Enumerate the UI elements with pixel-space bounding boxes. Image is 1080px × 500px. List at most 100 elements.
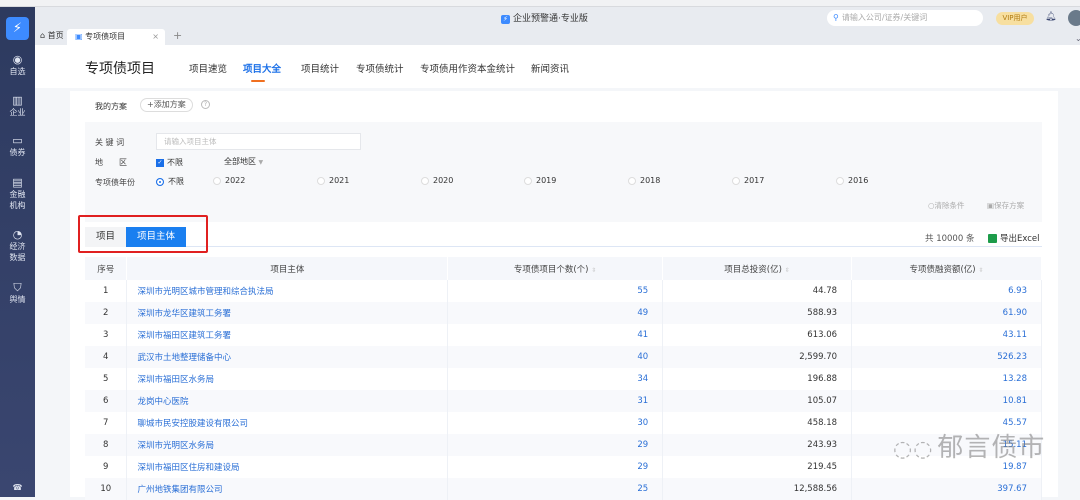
year-radio-2020[interactable]: 2020 [421,176,453,185]
entity-link[interactable]: 深圳市光明区城市管理和综合执法局 [126,280,449,302]
table-row: 3 深圳市福田区建筑工务署 41 613.06 43.11 [85,324,1042,346]
bulb-icon: ◉ [12,53,23,66]
tab-home[interactable]: ⌂ 首页 [40,30,64,41]
nav-project-all[interactable]: 项目大全 [243,61,281,82]
year-label: 专项债年份 [95,178,135,187]
sidebar-item-company[interactable]: ▥ 企业 [0,95,35,118]
save-plan-button[interactable]: ▣保存方案 [987,200,1024,211]
financing-link[interactable]: 526.23 [851,346,1042,368]
year-radio-2019[interactable]: 2019 [524,176,556,185]
nav-bond-stats[interactable]: 专项债统计 [356,61,404,75]
sort-icon[interactable]: ⇳ [592,267,597,274]
entity-link[interactable]: 龙岗中心医院 [126,390,449,412]
year-radio-2016[interactable]: 2016 [836,176,868,185]
year-radio-2017[interactable]: 2017 [732,176,764,185]
total-count: 共 10000 条 [925,234,975,244]
table-row: 5 深圳市福田区水务局 34 196.88 13.28 [85,368,1042,390]
entity-link[interactable]: 深圳市福田区水务局 [126,368,449,390]
close-icon[interactable]: × [152,29,159,45]
help-icon[interactable]: ? [201,100,210,109]
region-label: 地 区 [95,158,127,167]
nav-capital-stats[interactable]: 专项债用作资本金统计 [420,61,515,75]
sidebar-item-economy[interactable]: ◔ 经济 数据 [0,229,35,263]
financing-link[interactable]: 61.90 [851,302,1042,324]
search-icon: ⚲ [833,13,839,22]
entity-link[interactable]: 深圳市福田区住房和建设局 [126,456,449,478]
financing-link[interactable]: 6.93 [851,280,1042,302]
nav-news[interactable]: 新闻资讯 [531,61,569,75]
app-logo-small-icon: ⚡ [501,15,510,24]
project-count-link[interactable]: 34 [447,368,664,390]
project-count-link[interactable]: 31 [447,390,664,412]
year-radio-2021[interactable]: 2021 [317,176,349,185]
row-index: 1 [85,280,128,302]
region-unlimited-checkbox[interactable]: ✓ 不限 [156,157,183,168]
project-count-link[interactable]: 29 [447,456,664,478]
wechat-icon: ◌◌ [893,437,934,462]
year-radio-2022[interactable]: 2022 [213,176,245,185]
bond-icon: ▭ [12,134,23,147]
total-investment: 2,599.70 [662,346,853,368]
row-index: 7 [85,412,128,434]
tab-special-bond-projects[interactable]: ▣ 专项债项目 × [67,29,165,45]
filter-panel: 关 键 词 请输入项目主体 地 区 ✓ 不限 全部地区 ▼ 专项债年份 不限 20… [85,122,1042,222]
keyword-input[interactable]: 请输入项目主体 [156,133,361,150]
sidebar-item-sentiment[interactable]: ⛉ 舆情 [0,282,35,305]
app-title: ⚡ 企业预警通·专业版 [501,11,588,24]
total-investment: 588.93 [662,302,853,324]
vip-badge[interactable]: VIP用户 [996,12,1034,25]
project-count-link[interactable]: 29 [447,434,664,456]
total-investment: 613.06 [662,324,853,346]
sort-icon[interactable]: ⇳ [979,267,984,274]
new-tab-button[interactable]: + [173,29,182,42]
col-header-total-investment[interactable]: 项目总投资(亿) ⇳ [662,257,853,280]
row-index: 6 [85,390,128,412]
col-header-entity: 项目主体 [126,257,449,280]
add-plan-button[interactable]: +添加方案 [140,98,193,112]
year-radio-unlimited[interactable]: 不限 [156,176,184,187]
chevron-down-icon[interactable]: ⌄ [1075,34,1080,43]
year-radio-2018[interactable]: 2018 [628,176,660,185]
top-bar: ⚡ 企业预警通·专业版 ⚲ 请输入公司/证券/关键词 VIP用户 🔔︎ ⌄ [35,7,1080,45]
excel-icon [988,234,997,243]
sidebar-item-favorites[interactable]: ◉ 自选 [0,54,35,77]
support-icon[interactable]: ☎ [0,482,35,493]
project-count-link[interactable]: 55 [447,280,664,302]
radio-icon [732,176,740,185]
radio-icon [421,176,429,185]
radio-icon [317,176,325,185]
sort-icon[interactable]: ⇳ [785,267,790,274]
region-select[interactable]: 全部地区 ▼ [224,156,263,167]
project-count-link[interactable]: 40 [447,346,664,368]
col-header-project-count[interactable]: 专项债项目个数(个) ⇳ [447,257,664,280]
nav-project-stats[interactable]: 项目统计 [301,61,339,75]
col-header-financing[interactable]: 专项债融资额(亿) ⇳ [851,257,1042,280]
caret-down-icon: ▼ [258,159,264,166]
project-count-link[interactable]: 41 [447,324,664,346]
total-investment: 219.45 [662,456,853,478]
project-count-link[interactable]: 49 [447,302,664,324]
bell-icon[interactable]: 🔔︎ [1045,12,1056,22]
project-count-link[interactable]: 30 [447,412,664,434]
clear-filters-button[interactable]: ○清除条件 [928,200,965,211]
sidebar-item-bonds[interactable]: ▭ 债券 [0,135,35,158]
financing-link[interactable]: 10.81 [851,390,1042,412]
total-investment: 243.93 [662,434,853,456]
app-logo-icon[interactable]: ⚡ [6,17,29,40]
table-row: 2 深圳市龙华区建筑工务署 49 588.93 61.90 [85,302,1042,324]
entity-link[interactable]: 深圳市龙华区建筑工务署 [126,302,449,324]
avatar[interactable] [1068,10,1080,26]
entity-link[interactable]: 深圳市福田区建筑工务署 [126,324,449,346]
entity-link[interactable]: 聊城市民安控股建设有限公司 [126,412,449,434]
export-excel-button[interactable]: 导出Excel [988,232,1040,244]
entity-link[interactable]: 武汉市土地整理储备中心 [126,346,449,368]
financing-link[interactable]: 13.28 [851,368,1042,390]
global-search-input[interactable]: ⚲ 请输入公司/证券/关键词 [827,10,983,26]
radio-icon [213,176,221,185]
entity-link[interactable]: 深圳市光明区水务局 [126,434,449,456]
financing-link[interactable]: 43.11 [851,324,1042,346]
nav-project-overview[interactable]: 项目速览 [189,61,227,75]
building-icon: ▥ [12,94,23,107]
sidebar-item-institutions[interactable]: ▤ 金融 机构 [0,177,35,211]
row-index: 5 [85,368,128,390]
